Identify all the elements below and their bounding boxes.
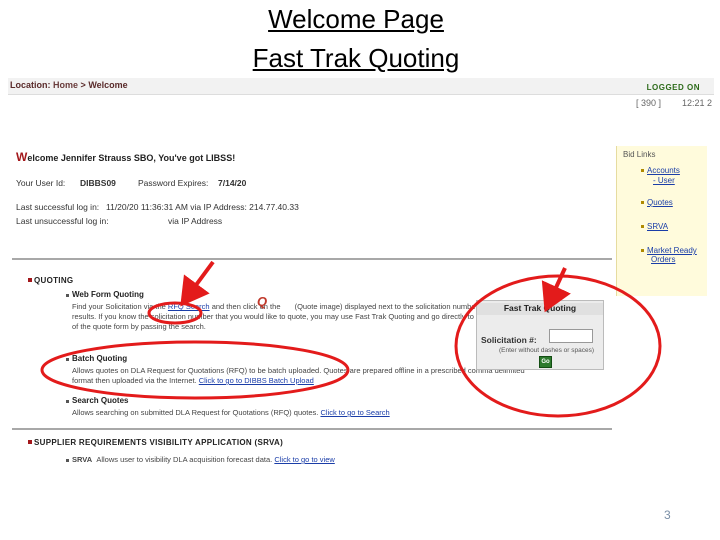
batch-upload-link[interactable]: Click to go to DIBBS Batch Upload (199, 376, 314, 385)
sidebar-item-user[interactable]: - User (653, 176, 675, 185)
user-id-label: Your User Id: (16, 178, 66, 188)
web-form-line1-a: Find your Solicitation via the (72, 302, 166, 311)
breadcrumb-current: Welcome (88, 80, 128, 90)
web-form-line3: of the quote form by passing the search. (72, 322, 206, 331)
sidebar-bullet-icon (641, 201, 644, 204)
section-divider (12, 428, 612, 430)
search-quotes-bullet-icon (66, 400, 69, 403)
location-bar: Location: Home > Welcome LOGGED ON (8, 78, 714, 95)
batch-line2-a: format then uploaded via the Internet. (72, 376, 197, 385)
last-login-value: 11/20/20 11:36:31 AM via IP Address: 214… (106, 202, 299, 212)
welcome-message: Welcome Jennifer Strauss SBO, You've got… (16, 150, 235, 164)
web-form-line1: Find your Solicitation via the RFQ Searc… (72, 302, 526, 311)
srva-bullet-icon (28, 440, 32, 444)
breadcrumb-prefix: Location: (10, 80, 51, 90)
sidebar-bullet-icon (641, 169, 644, 172)
section-divider (12, 258, 612, 260)
search-quotes-title: Search Quotes (72, 396, 129, 405)
batch-line2: format then uploaded via the Internet. C… (72, 376, 314, 385)
sidebar-item-srva[interactable]: SRVA (647, 222, 668, 231)
fast-trak-panel: Fast Trak Quoting Solicitation #: (Enter… (476, 300, 604, 370)
srva-item-title: SRVA (72, 455, 93, 464)
sidebar-item-market-ready[interactable]: Market Ready (647, 246, 697, 255)
search-quotes-line: Allows searching on submitted DLA Reques… (72, 408, 390, 417)
srva-item-text: Allows user to visibility DLA acquisitio… (96, 455, 273, 464)
srva-item: SRVA Allows user to visibility DLA acqui… (72, 455, 335, 464)
logged-on-label: LOGGED ON (646, 83, 700, 92)
web-form-line2: results. If you know the solicitation nu… (72, 312, 505, 321)
solicitation-label: Solicitation #: (481, 335, 537, 345)
sidebar-header: Bid Links (623, 150, 656, 159)
welcome-initial: W (16, 150, 28, 164)
sidebar-item-quotes[interactable]: Quotes (647, 198, 673, 207)
user-status-time: 12:21 2 (682, 98, 713, 108)
go-button[interactable]: Go (539, 356, 552, 368)
breadcrumb-separator: > (80, 80, 86, 90)
breadcrumb-home-link[interactable]: Home (53, 80, 78, 90)
quoting-bullet-icon (28, 278, 32, 282)
welcome-text: elcome Jennifer Strauss SBO, You've got … (27, 153, 236, 163)
sidebar-item-accounts[interactable]: Accounts (647, 166, 680, 175)
breadcrumb: Location: Home > Welcome (10, 80, 128, 90)
page-number: 3 (664, 508, 671, 522)
password-expires-value: 7/14/20 (218, 178, 247, 188)
slide-title-line1: Welcome Page (268, 4, 444, 34)
srva-section-header: SUPPLIER REQUIREMENTS VISIBILITY APPLICA… (34, 438, 284, 447)
batch-line1: Allows quotes on DLA Request for Quotati… (72, 366, 525, 375)
user-id-value: DIBBS09 (80, 178, 116, 188)
solicitation-hint: (Enter without dashes or spaces) (499, 347, 595, 354)
srva-view-link[interactable]: Click to go to view (274, 455, 334, 464)
password-expires-label: Password Expires: (138, 178, 209, 188)
quote-image-icon[interactable]: Q (257, 294, 267, 309)
web-form-quoting-title: Web Form Quoting (72, 290, 144, 299)
last-failed-login-value: via IP Address (168, 216, 223, 226)
fast-trak-header: Fast Trak Quoting (477, 303, 603, 315)
last-login-label: Last successful log in: (16, 202, 100, 212)
sidebar-bullet-icon (641, 225, 644, 228)
slide-title-line2: Fast Trak Quoting (252, 43, 460, 73)
srva-item-bullet-icon (66, 459, 69, 462)
rfq-search-link[interactable]: RFQ Search (168, 302, 210, 311)
sidebar-bullet-icon (641, 249, 644, 252)
user-status-count: [ 390 ] (636, 98, 662, 108)
dibbs-welcome-screenshot: Location: Home > Welcome LOGGED ON [ 390… (8, 78, 714, 473)
web-form-bullet-icon (66, 294, 69, 297)
search-quotes-text: Allows searching on submitted DLA Reques… (72, 408, 319, 417)
quoting-section-header: QUOTING (34, 276, 74, 285)
sidebar-item-orders[interactable]: Orders (651, 255, 675, 264)
batch-quoting-title: Batch Quoting (72, 354, 128, 363)
batch-bullet-icon (66, 358, 69, 361)
search-quotes-link[interactable]: Click to go to Search (320, 408, 389, 417)
web-form-line1-b: and then click on the (211, 302, 281, 311)
solicitation-input[interactable] (549, 329, 593, 343)
last-failed-login-label: Last unsuccessful log in: (16, 216, 109, 226)
bid-links-sidebar: Bid Links Accounts - User Quotes SRVA Ma… (616, 146, 707, 296)
